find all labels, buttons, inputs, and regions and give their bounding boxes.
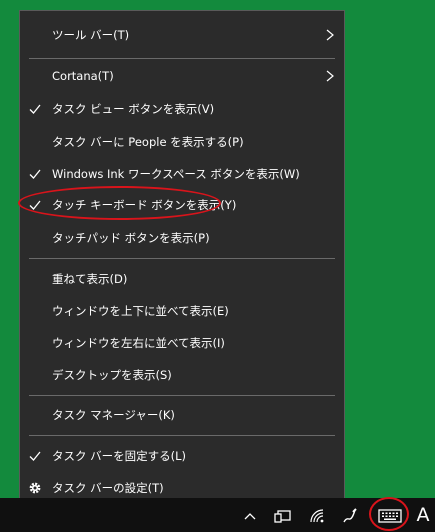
menu-item-cortana[interactable]: Cortana(T)	[20, 62, 344, 90]
checkmark-icon	[29, 451, 41, 461]
chevron-right-icon	[326, 29, 334, 41]
pen-icon[interactable]	[340, 505, 360, 527]
chevron-right-icon	[326, 70, 334, 82]
gear-icon	[29, 482, 41, 494]
menu-item-label: Windows Ink ワークスペース ボタンを表示(W)	[52, 167, 300, 181]
menu-item-stack-windows[interactable]: ウィンドウを上下に並べて表示(E)	[20, 297, 344, 325]
highlight-oval-menu-item	[18, 186, 221, 220]
menu-item-label: ウィンドウを上下に並べて表示(E)	[52, 304, 229, 318]
ime-mode-indicator[interactable]: A	[412, 500, 434, 530]
menu-item-show-desktop[interactable]: デスクトップを表示(S)	[20, 361, 344, 389]
checkmark-icon	[29, 104, 41, 114]
menu-separator	[29, 258, 335, 259]
menu-separator	[29, 395, 335, 396]
menu-item-touchpad-button[interactable]: タッチパッド ボタンを表示(P)	[20, 224, 344, 252]
menu-separator	[29, 58, 335, 59]
menu-item-cascade-windows[interactable]: 重ねて表示(D)	[20, 265, 344, 293]
menu-separator	[29, 435, 335, 436]
highlight-oval-keyboard-icon	[369, 497, 409, 531]
menu-item-label: タスク ビュー ボタンを表示(V)	[52, 102, 215, 116]
menu-item-side-by-side-windows[interactable]: ウィンドウを左右に並べて表示(I)	[20, 329, 344, 357]
menu-item-label: タッチパッド ボタンを表示(P)	[52, 231, 210, 245]
menu-item-task-manager[interactable]: タスク マネージャー(K)	[20, 401, 344, 429]
menu-item-toolbars[interactable]: ツール バー(T)	[20, 21, 344, 49]
menu-item-lock-taskbar[interactable]: タスク バーを固定する(L)	[20, 442, 344, 470]
menu-item-windows-ink-button[interactable]: Windows Ink ワークスペース ボタンを表示(W)	[20, 160, 344, 188]
menu-item-task-view-button[interactable]: タスク ビュー ボタンを表示(V)	[20, 95, 344, 123]
menu-item-label: タスク マネージャー(K)	[52, 408, 175, 422]
wifi-icon[interactable]	[307, 505, 329, 527]
menu-item-label: 重ねて表示(D)	[52, 272, 128, 286]
menu-item-label: ツール バー(T)	[52, 28, 130, 42]
menu-item-label: タスク バーを固定する(L)	[52, 449, 187, 463]
menu-item-people[interactable]: タスク バーに People を表示する(P)	[20, 128, 344, 156]
menu-item-label: デスクトップを表示(S)	[52, 368, 172, 382]
chevron-up-icon[interactable]	[242, 505, 258, 527]
taskbar-context-menu: ツール バー(T) Cortana(T) タスク ビュー ボタンを表示(V) タ…	[19, 10, 345, 504]
menu-item-label: Cortana(T)	[52, 69, 114, 83]
menu-item-label: タスク バーに People を表示する(P)	[52, 135, 244, 149]
menu-item-label: ウィンドウを左右に並べて表示(I)	[52, 336, 225, 350]
checkmark-icon	[29, 169, 41, 179]
device-icon[interactable]	[272, 505, 294, 527]
